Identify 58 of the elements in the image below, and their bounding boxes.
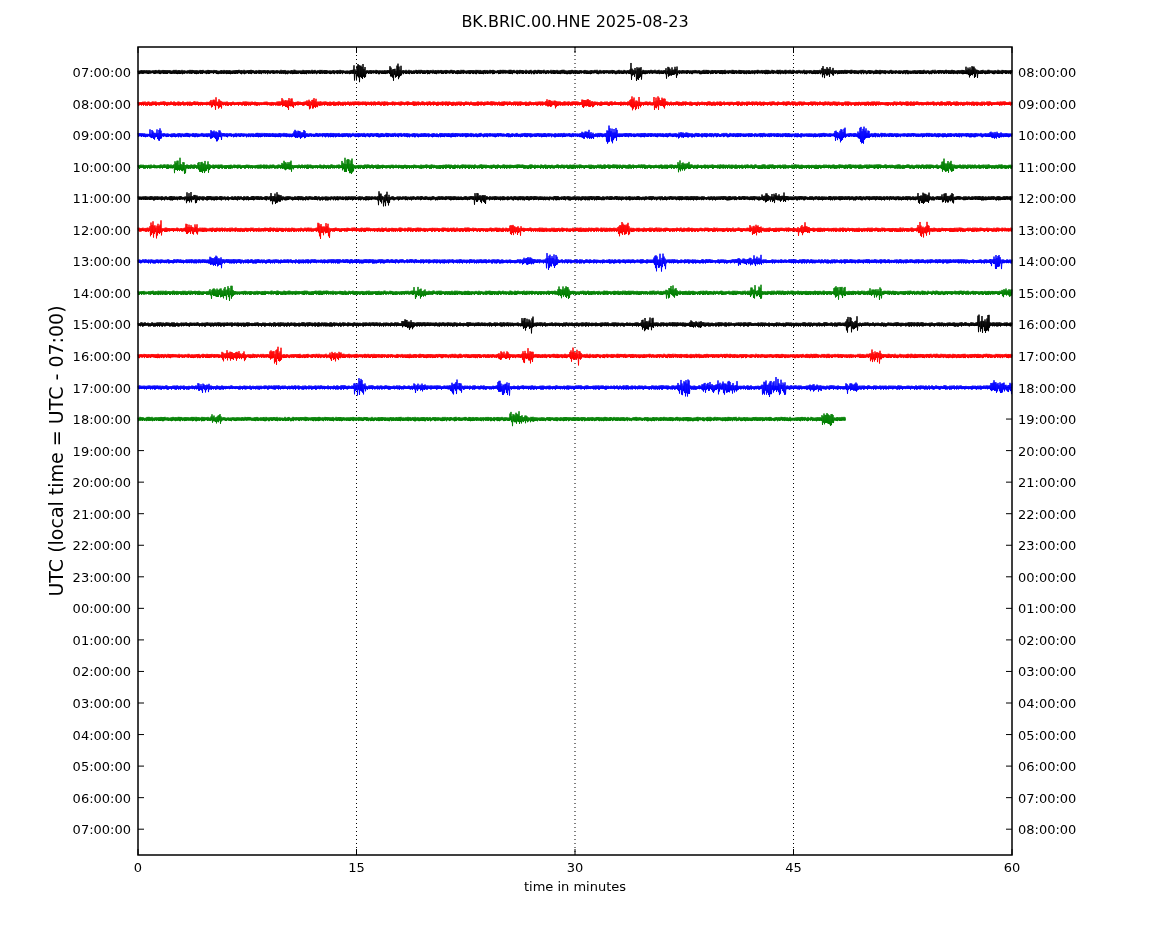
tick-label: 30 bbox=[566, 860, 584, 875]
time-label: 18:00:00 bbox=[72, 412, 131, 428]
time-label: 12:00:00 bbox=[1018, 191, 1077, 207]
plot-title: BK.BRIC.00.HNE 2025-08-23 bbox=[461, 12, 689, 31]
time-label: 23:00:00 bbox=[1018, 538, 1077, 554]
time-label: 01:00:00 bbox=[72, 632, 131, 648]
time-label: 05:00:00 bbox=[1018, 727, 1077, 743]
time-label: 19:00:00 bbox=[72, 443, 131, 459]
y-axis-label: UTC (local time = UTC - 07:00) bbox=[45, 305, 67, 597]
time-label: 21:00:00 bbox=[1018, 475, 1077, 491]
time-label: 14:00:00 bbox=[1018, 254, 1077, 270]
time-label: 08:00:00 bbox=[1018, 822, 1077, 838]
time-label: 18:00:00 bbox=[1018, 380, 1077, 396]
time-label: 22:00:00 bbox=[72, 538, 131, 554]
time-label: 15:00:00 bbox=[1018, 285, 1077, 301]
time-label: 14:00:00 bbox=[72, 285, 131, 301]
time-label: 17:00:00 bbox=[1018, 348, 1077, 364]
time-label: 04:00:00 bbox=[72, 727, 131, 743]
time-label: 20:00:00 bbox=[72, 475, 131, 491]
time-label: 11:00:00 bbox=[1018, 159, 1077, 175]
time-label: 19:00:00 bbox=[1018, 412, 1077, 428]
time-label: 12:00:00 bbox=[72, 222, 131, 238]
time-label: 02:00:00 bbox=[72, 664, 131, 680]
time-label: 17:00:00 bbox=[72, 380, 131, 396]
time-label: 23:00:00 bbox=[72, 569, 131, 585]
time-label: 07:00:00 bbox=[72, 822, 131, 838]
time-label: 06:00:00 bbox=[72, 790, 131, 806]
x-axis-label: time in minutes bbox=[523, 879, 627, 894]
time-label: 09:00:00 bbox=[72, 128, 131, 144]
time-label: 03:00:00 bbox=[1018, 664, 1077, 680]
time-label: 10:00:00 bbox=[72, 159, 131, 175]
time-label: 21:00:00 bbox=[72, 506, 131, 522]
time-label: 07:00:00 bbox=[72, 65, 131, 80]
time-label: 13:00:00 bbox=[1018, 222, 1077, 238]
time-label: 09:00:00 bbox=[1018, 96, 1077, 112]
tick-label: 15 bbox=[348, 860, 365, 875]
time-label: 01:00:00 bbox=[1018, 601, 1077, 617]
time-label: 00:00:00 bbox=[72, 601, 131, 617]
time-label: 10:00:00 bbox=[1018, 128, 1077, 144]
time-label: 15:00:00 bbox=[72, 317, 131, 333]
time-label: 16:00:00 bbox=[72, 348, 131, 364]
time-label: 22:00:00 bbox=[1018, 506, 1077, 522]
tick-label: 0 bbox=[133, 860, 143, 875]
time-label: 05:00:00 bbox=[72, 759, 131, 775]
time-label: 04:00:00 bbox=[1018, 696, 1077, 711]
time-label: 00:00:00 bbox=[1018, 569, 1077, 585]
time-label: 13:00:00 bbox=[72, 254, 131, 270]
time-label: 20:00:00 bbox=[1018, 443, 1077, 459]
time-label: 02:00:00 bbox=[1018, 632, 1077, 648]
tick-label: 45 bbox=[785, 860, 802, 875]
tick-label: 60 bbox=[1003, 860, 1021, 875]
time-label: 16:00:00 bbox=[1018, 317, 1077, 333]
time-label: 06:00:00 bbox=[1018, 759, 1077, 775]
time-label: 11:00:00 bbox=[72, 191, 131, 207]
time-label: 07:00:00 bbox=[1018, 790, 1077, 806]
time-label: 08:00:00 bbox=[1018, 65, 1077, 80]
time-label: 03:00:00 bbox=[72, 696, 131, 711]
time-label: 08:00:00 bbox=[72, 96, 131, 112]
